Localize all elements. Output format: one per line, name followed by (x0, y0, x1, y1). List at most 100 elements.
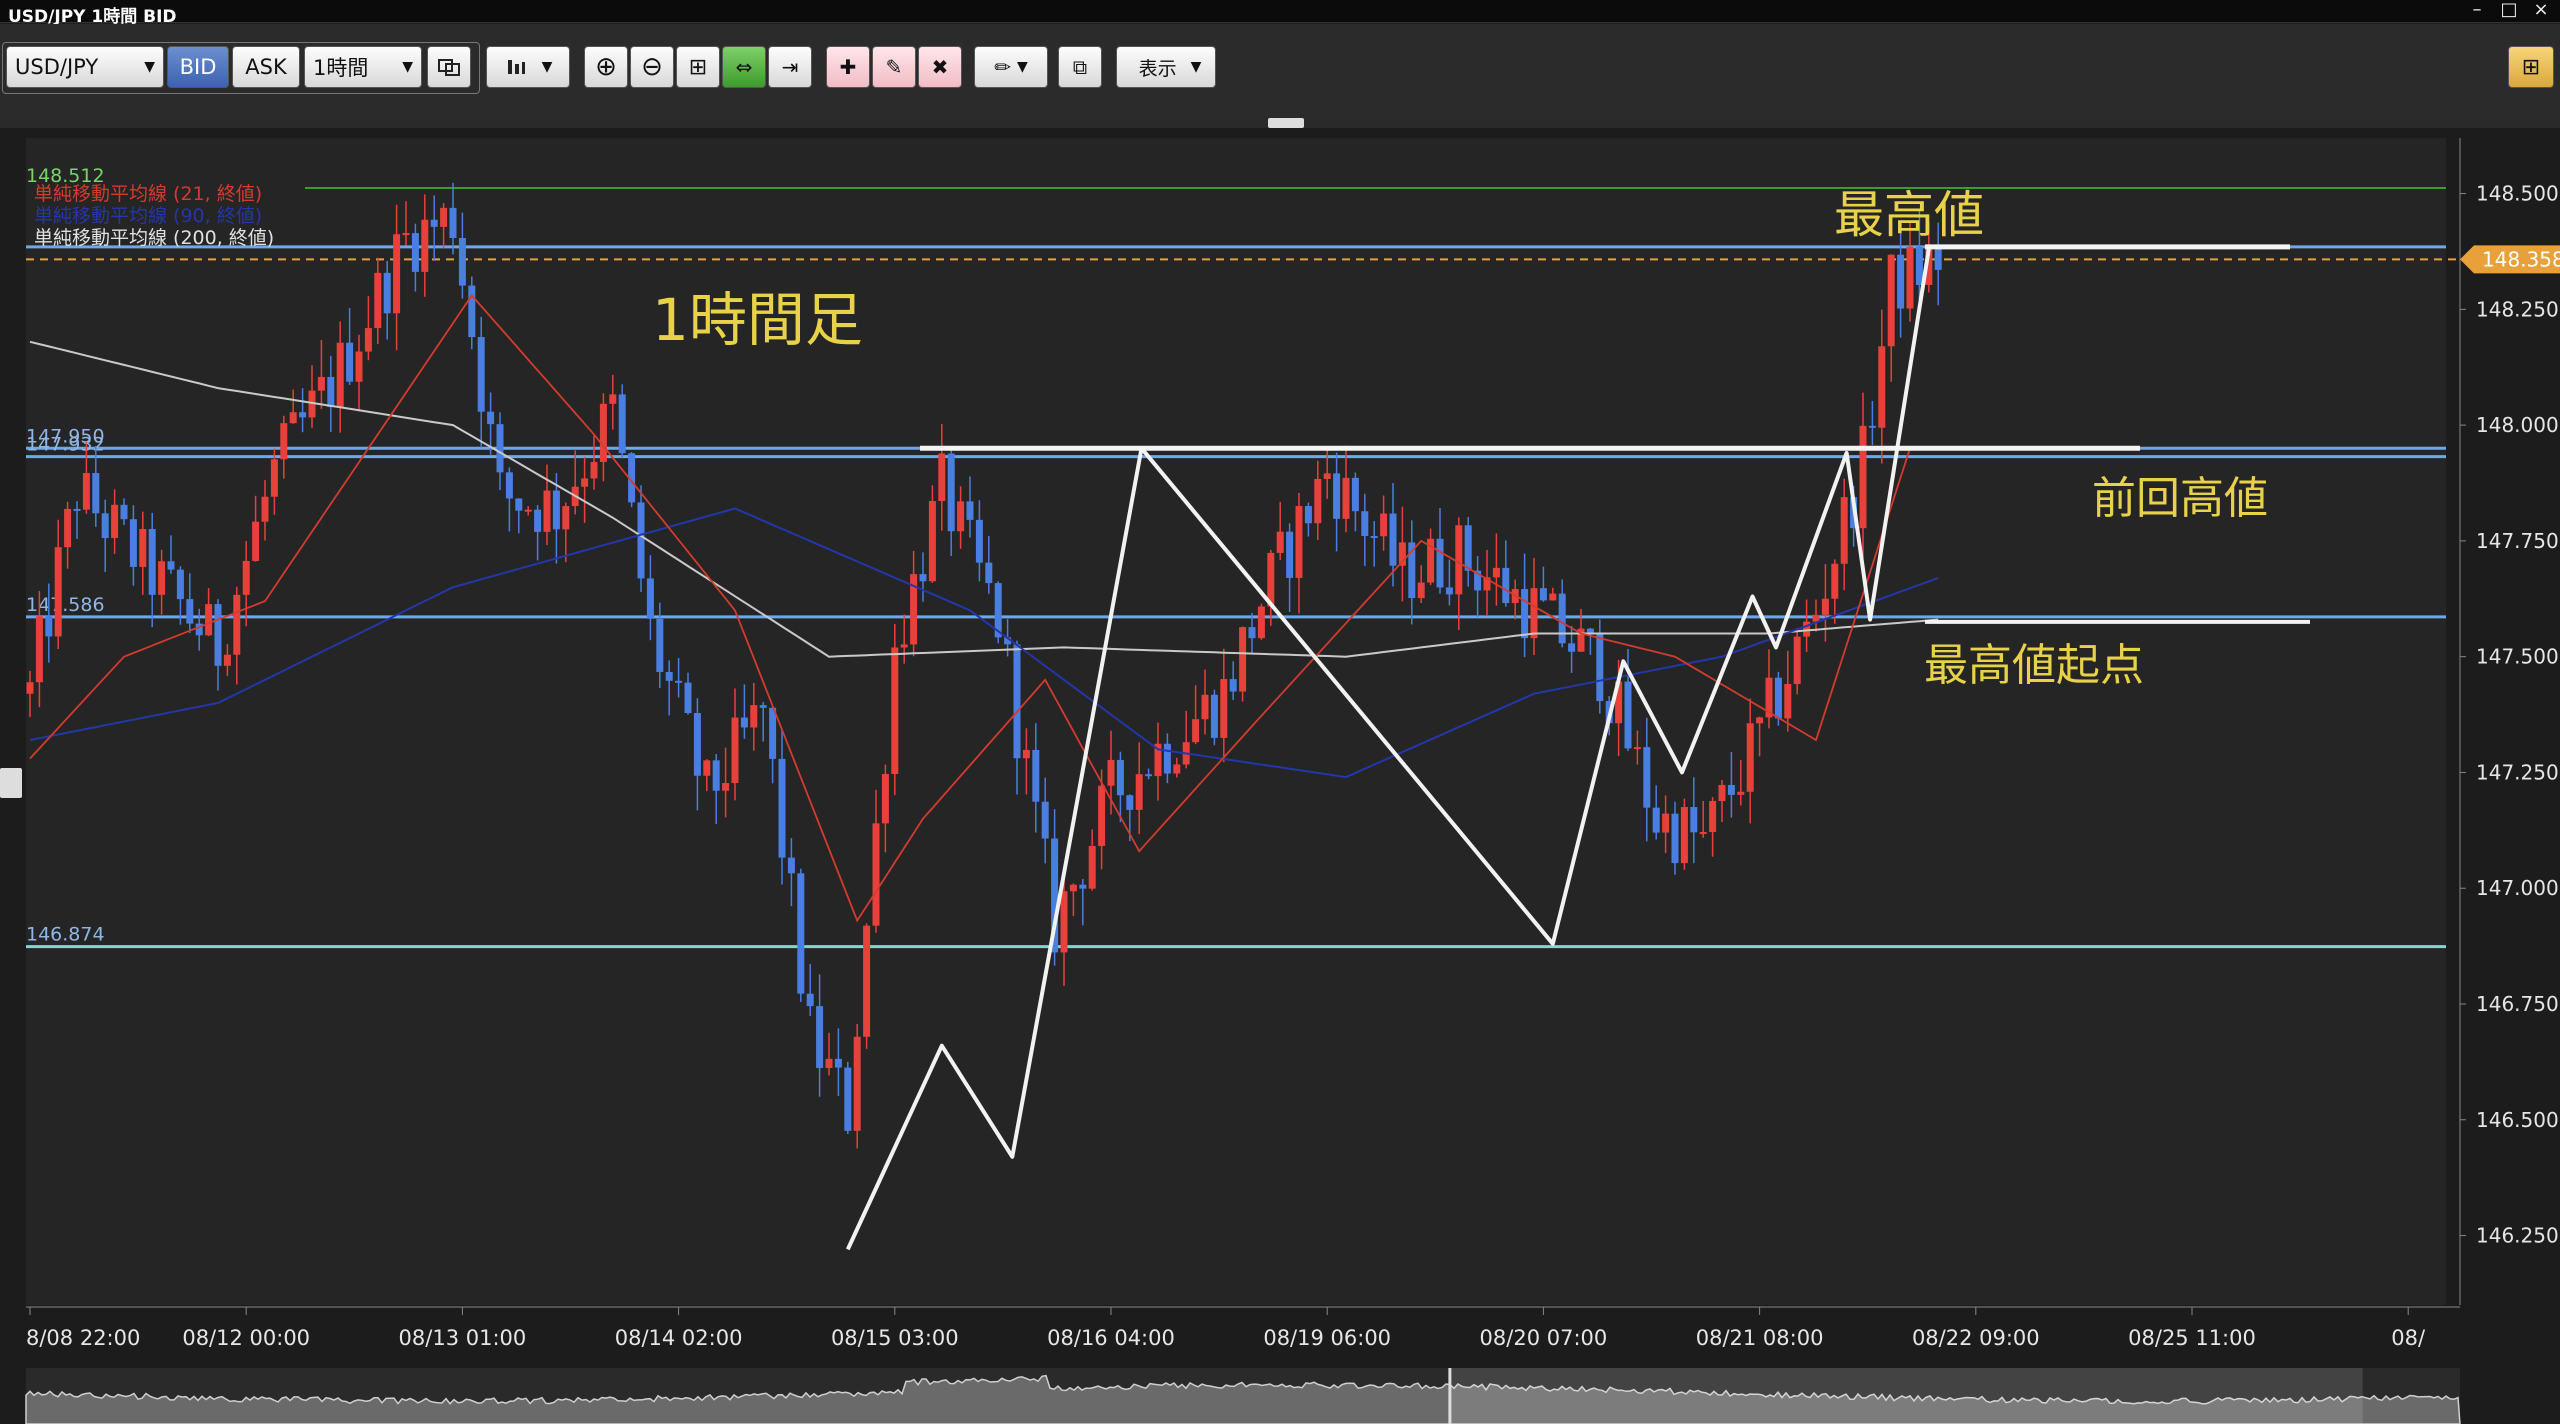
candle-body[interactable] (477, 337, 485, 412)
candle-body[interactable] (543, 490, 551, 532)
candle-body[interactable] (1568, 643, 1576, 652)
close-icon[interactable]: × (2532, 1, 2550, 19)
candle-body[interactable] (458, 237, 466, 286)
layout-button[interactable]: ⊞ (2508, 46, 2554, 88)
candle-body[interactable] (750, 705, 758, 728)
candle-body[interactable] (383, 272, 391, 314)
candle-body[interactable] (1784, 684, 1792, 719)
candle-body[interactable] (844, 1067, 852, 1131)
candle-body[interactable] (1840, 497, 1848, 564)
navigator-selection[interactable] (1449, 1368, 2363, 1424)
candle-body[interactable] (1859, 425, 1867, 529)
candle-body[interactable] (975, 519, 983, 563)
candle-body[interactable] (599, 403, 607, 462)
maximize-icon[interactable]: □ (2500, 1, 2518, 19)
candle-body[interactable] (1492, 567, 1500, 578)
scroll-lock-button[interactable]: ⇔ (722, 46, 766, 88)
candle-body[interactable] (891, 647, 899, 774)
candle-body[interactable] (1201, 694, 1209, 720)
candle-body[interactable] (252, 521, 260, 561)
candle-body[interactable] (299, 412, 307, 418)
candle-body[interactable] (675, 680, 683, 683)
candle-body[interactable] (158, 561, 166, 595)
candle-body[interactable] (759, 705, 767, 708)
candle-body[interactable] (524, 509, 532, 512)
candle-body[interactable] (1173, 764, 1181, 774)
candle-body[interactable] (233, 594, 241, 655)
candle-body[interactable] (1671, 813, 1679, 864)
candle-body[interactable] (1116, 759, 1124, 796)
candle-body[interactable] (1756, 717, 1764, 724)
candle-body[interactable] (1192, 719, 1200, 743)
candle-body[interactable] (317, 376, 325, 391)
candle-body[interactable] (919, 574, 927, 582)
candle-body[interactable] (92, 473, 100, 514)
candle-body[interactable] (1934, 248, 1942, 270)
candle-body[interactable] (280, 423, 288, 460)
candle-body[interactable] (966, 501, 974, 520)
bid-button[interactable]: BID (167, 46, 229, 88)
candle-body[interactable] (1013, 644, 1021, 759)
candle-body[interactable] (205, 604, 213, 636)
candle-body[interactable] (411, 233, 419, 272)
candle-body[interactable] (1549, 593, 1557, 601)
candle-body[interactable] (1530, 588, 1538, 639)
candle-body[interactable] (552, 490, 560, 530)
candle-body[interactable] (637, 502, 645, 579)
candle-body[interactable] (1662, 813, 1670, 833)
candle-body[interactable] (1229, 679, 1237, 692)
candle-body[interactable] (1633, 747, 1641, 750)
candle-body[interactable] (656, 618, 664, 672)
compare-button[interactable]: ⧉ (1058, 46, 1102, 88)
candle-body[interactable] (1239, 627, 1247, 692)
candle-body[interactable] (129, 519, 137, 567)
jump-latest-button[interactable]: ⇥ (768, 46, 812, 88)
candle-body[interactable] (928, 501, 936, 582)
candle-body[interactable] (693, 713, 701, 776)
candle-body[interactable] (346, 342, 354, 382)
candle-body[interactable] (468, 285, 476, 338)
candle-body[interactable] (1821, 598, 1829, 615)
candle-body[interactable] (327, 376, 335, 408)
candle-body[interactable] (64, 508, 72, 548)
candle-body[interactable] (703, 760, 711, 776)
candle-body[interactable] (731, 717, 739, 784)
candle-body[interactable] (26, 682, 34, 694)
candle-body[interactable] (957, 501, 965, 532)
candle-body[interactable] (176, 569, 184, 600)
candle-body[interactable] (1774, 677, 1782, 719)
candle-body[interactable] (515, 498, 523, 511)
candle-body[interactable] (1436, 538, 1444, 588)
candle-body[interactable] (1690, 806, 1698, 833)
candle-body[interactable] (1069, 884, 1077, 892)
zoom-in-button[interactable]: ⊕ (584, 46, 628, 88)
candle-body[interactable] (985, 562, 993, 584)
candle-body[interactable] (1145, 774, 1153, 777)
candle-body[interactable] (421, 219, 429, 272)
candle-body[interactable] (73, 508, 81, 511)
drawing-tools-select[interactable]: ✏ ▼ (974, 46, 1048, 88)
price-chart[interactable]: 148.500 148.250 148.000 147.750 147.500 147.2… (0, 128, 2560, 1424)
candle-body[interactable] (54, 547, 62, 637)
candle-body[interactable] (35, 616, 43, 683)
link-windows-button[interactable] (427, 46, 471, 88)
candle-body[interactable] (609, 394, 617, 404)
candle-body[interactable] (863, 925, 871, 1037)
candle-body[interactable] (816, 1006, 824, 1069)
candle-body[interactable] (881, 773, 889, 824)
candle-body[interactable] (148, 529, 156, 595)
candle-body[interactable] (618, 394, 626, 454)
candle-body[interactable] (1878, 346, 1886, 428)
candle-body[interactable] (1135, 774, 1143, 810)
candle-body[interactable] (1746, 723, 1754, 792)
candle-body[interactable] (900, 644, 908, 648)
candle-body[interactable] (1455, 525, 1463, 595)
candle-body[interactable] (1389, 513, 1397, 566)
candle-body[interactable] (402, 233, 410, 236)
candle-body[interactable] (769, 707, 777, 759)
left-drag-handle[interactable] (0, 768, 22, 798)
candle-body[interactable] (1699, 832, 1707, 835)
symbol-select[interactable]: USD/JPY ▼ (6, 46, 164, 88)
candle-body[interactable] (938, 453, 946, 502)
candle-body[interactable] (1088, 845, 1096, 889)
